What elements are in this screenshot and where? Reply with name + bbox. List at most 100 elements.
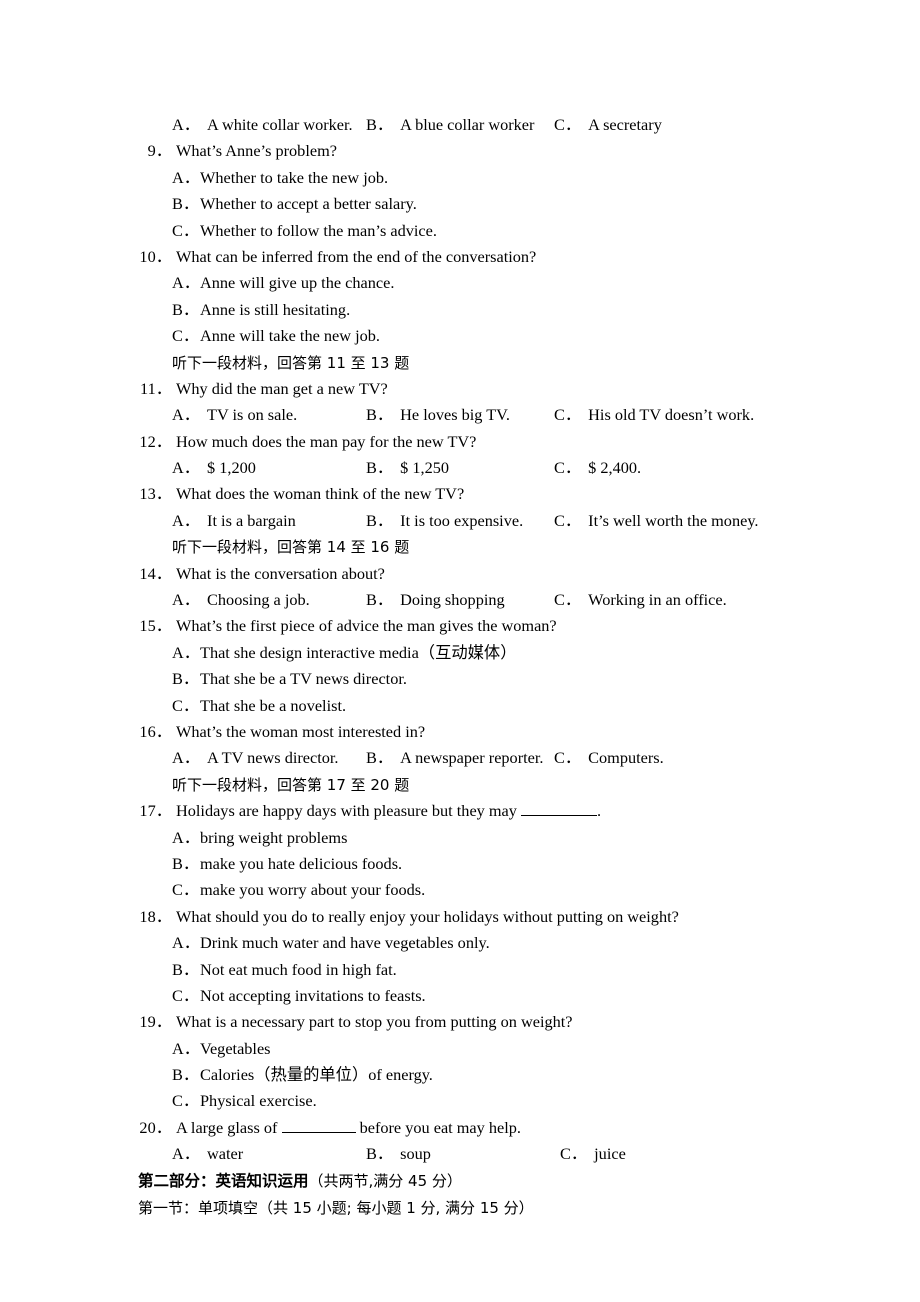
question-number: 9． (147, 141, 172, 161)
option-text[interactable]: Drink much water and have vegetables onl… (200, 930, 490, 956)
option-label[interactable]: B． (172, 851, 199, 877)
option-text[interactable]: Anne will give up the chance. (200, 270, 394, 296)
question-number: 14． (139, 563, 172, 583)
option-text[interactable]: Not accepting invitations to feasts. (200, 983, 426, 1009)
option-label: B． (366, 458, 394, 478)
option-text[interactable]: make you worry about your foods. (200, 877, 425, 903)
option-text: It is too expensive. (400, 510, 524, 530)
option-label[interactable]: B． (172, 191, 199, 217)
option-c[interactable]: C． His old TV doesn’t work. (554, 402, 754, 428)
option-text[interactable]: Anne is still hesitating. (200, 297, 350, 323)
answer-blank[interactable] (281, 1131, 356, 1133)
option-text[interactable]: Whether to accept a better salary. (200, 191, 417, 217)
option-label[interactable]: A． (172, 825, 200, 851)
q10-option-a: A． Anne will give up the chance. (138, 270, 878, 296)
option-label: C． (554, 590, 582, 610)
option-text[interactable]: That she design interactive media（互动媒体） (200, 640, 517, 666)
option-text[interactable]: Vegetables (200, 1036, 271, 1062)
option-c[interactable]: C． $ 2,400. (554, 455, 641, 481)
q15-option-a: A． That she design interactive media（互动媒体… (138, 640, 878, 666)
option-text: Computers. (588, 748, 664, 768)
option-label: B． (366, 405, 394, 425)
option-label: A． (172, 1144, 201, 1164)
option-text[interactable]: That she be a novelist. (200, 693, 346, 719)
option-text[interactable]: Not eat much food in high fat. (200, 957, 397, 983)
option-label[interactable]: B． (172, 297, 199, 323)
listening-instruction-text: 听下一段材料，回答第 14 至 16 题 (172, 538, 410, 557)
option-label[interactable]: A． (172, 640, 200, 666)
option-b[interactable]: B． A newspaper reporter. (366, 745, 543, 771)
question-text: What is the conversation about? (176, 563, 385, 583)
option-a[interactable]: A． A white collar worker. (172, 112, 353, 138)
section-one-heading: 第一节：单项填空（共 15 小题; 每小题 1 分, 满分 15 分） (138, 1195, 878, 1222)
q18-option-c: C． Not accepting invitations to feasts. (138, 983, 878, 1009)
option-text: $ 1,200 (207, 458, 256, 478)
option-label[interactable]: C． (172, 1088, 199, 1114)
option-label[interactable]: A． (172, 270, 200, 296)
option-text[interactable]: bring weight problems (200, 825, 347, 851)
question-10: 10． What can be inferred from the end of … (138, 244, 878, 270)
option-label[interactable]: A． (172, 165, 200, 191)
option-a[interactable]: A． It is a bargain (172, 508, 296, 534)
option-a[interactable]: A． TV is on sale. (172, 402, 297, 428)
option-b[interactable]: B． A blue collar worker (366, 112, 534, 138)
q19-option-a: A． Vegetables (138, 1036, 878, 1062)
option-c[interactable]: C． juice (560, 1141, 626, 1167)
question-9: 9． What’s Anne’s problem? (138, 138, 878, 164)
option-text[interactable]: Calories（热量的单位）of energy. (200, 1062, 433, 1088)
option-label[interactable]: B． (172, 1062, 199, 1088)
option-b[interactable]: B． He loves big TV. (366, 402, 510, 428)
option-text: A TV news director. (207, 748, 339, 768)
q10-option-c: C． Anne will take the new job. (138, 323, 878, 349)
option-a[interactable]: A． $ 1,200 (172, 455, 256, 481)
option-text[interactable]: make you hate delicious foods. (200, 851, 402, 877)
q20-options: A． water B． soup C． juice (138, 1141, 878, 1167)
question-text: What’s Anne’s problem? (176, 141, 337, 161)
option-text[interactable]: Whether to follow the man’s advice. (200, 218, 437, 244)
q15-option-c: C． That she be a novelist. (138, 693, 878, 719)
option-label[interactable]: C． (172, 218, 199, 244)
option-label[interactable]: C． (172, 877, 199, 903)
q14-options: A． Choosing a job. B． Doing shopping C． Worki… (138, 587, 878, 613)
option-label: A． (172, 590, 201, 610)
option-a[interactable]: A． water (172, 1141, 243, 1167)
option-label[interactable]: B． (172, 666, 199, 692)
option-label[interactable]: C． (172, 693, 199, 719)
option-text: $ 1,250 (400, 458, 449, 478)
option-c[interactable]: C． It’s well worth the money. (554, 508, 758, 534)
option-c[interactable]: C． Computers. (554, 745, 664, 771)
option-label[interactable]: A． (172, 930, 200, 956)
option-text[interactable]: That she be a TV news director. (200, 666, 407, 692)
option-b[interactable]: B． soup (366, 1141, 431, 1167)
option-text[interactable]: Whether to take the new job. (200, 165, 388, 191)
option-b[interactable]: B． Doing shopping (366, 587, 505, 613)
question-text: Why did the man get a new TV? (176, 378, 388, 398)
option-text: A white collar worker. (207, 115, 353, 134)
option-a[interactable]: A． Choosing a job. (172, 587, 310, 613)
option-label: C． (560, 1144, 588, 1164)
option-label[interactable]: A． (172, 1036, 200, 1062)
option-c[interactable]: C． Working in an office. (554, 587, 727, 613)
option-label[interactable]: C． (172, 983, 199, 1009)
q17-option-a: A． bring weight problems (138, 825, 878, 851)
option-c[interactable]: C． A secretary (554, 112, 662, 138)
question-number: 10． (139, 246, 172, 266)
option-a[interactable]: A． A TV news director. (172, 745, 339, 771)
option-text: water (207, 1144, 244, 1164)
q9-option-b: B． Whether to accept a better salary. (138, 191, 878, 217)
option-label[interactable]: B． (172, 957, 199, 983)
section-heading-detail: （共两节,满分 45 分） (308, 1171, 462, 1190)
option-label[interactable]: C． (172, 323, 199, 349)
q9-option-a: A． Whether to take the new job. (138, 165, 878, 191)
q19-option-b: B． Calories（热量的单位）of energy. (138, 1062, 878, 1088)
option-text[interactable]: Physical exercise. (200, 1088, 317, 1114)
option-text: A newspaper reporter. (400, 748, 544, 768)
option-b[interactable]: B． It is too expensive. (366, 508, 523, 534)
question-text: What’s the woman most interested in? (176, 721, 426, 741)
q8-options: A． A white collar worker. B． A blue collar … (138, 112, 878, 138)
option-b[interactable]: B． $ 1,250 (366, 455, 449, 481)
option-text: A blue collar worker (400, 115, 535, 134)
option-text[interactable]: Anne will take the new job. (200, 323, 380, 349)
question-12: 12． How much does the man pay for the new… (138, 429, 878, 455)
answer-blank[interactable] (520, 815, 597, 817)
